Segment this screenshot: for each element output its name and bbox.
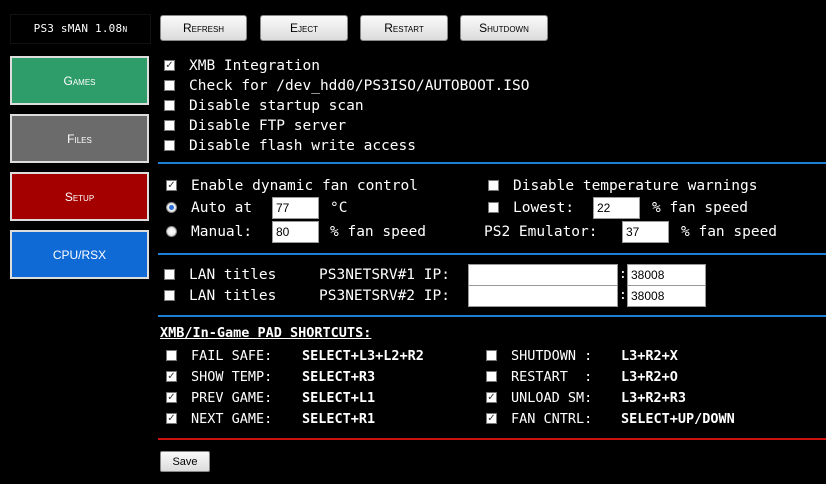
- lowest-speed-checkbox[interactable]: [488, 202, 499, 213]
- fan-control-checkbox[interactable]: ✓: [486, 413, 497, 424]
- prev-game-label: PREV GAME:: [191, 390, 273, 406]
- netsrv-2-colon: :: [619, 288, 627, 303]
- lan-titles-1-label: LAN titles: [189, 267, 277, 283]
- netsrv-1-label: PS3NETSRV#1 IP:: [319, 267, 450, 283]
- disable-ftp-label: Disable FTP server: [189, 118, 347, 134]
- prev-game-combo: SELECT+L1: [302, 390, 376, 406]
- separator: [158, 315, 826, 317]
- auto-fan-radio[interactable]: [166, 202, 177, 213]
- disable-temp-warnings-checkbox[interactable]: [488, 180, 499, 191]
- sidebar-item-files[interactable]: Files: [10, 114, 149, 163]
- show-temp-label: SHOW TEMP:: [191, 369, 273, 385]
- shutdown-shortcut-combo: L3+R2+X: [621, 348, 678, 364]
- netsrv-1-port-input[interactable]: 38008: [627, 264, 706, 286]
- separator: [158, 162, 826, 164]
- ps2-emulator-unit: % fan speed: [681, 224, 778, 240]
- lowest-speed-label: Lowest:: [513, 200, 575, 216]
- ps2-emulator-input[interactable]: 37: [622, 221, 669, 243]
- autoboot-label: Check for /dev_hdd0/PS3ISO/AUTOBOOT.ISO: [189, 78, 530, 94]
- refresh-button[interactable]: Refresh: [160, 15, 247, 41]
- ps2-emulator-label: PS2 Emulator:: [484, 224, 598, 240]
- save-button[interactable]: Save: [160, 451, 210, 472]
- auto-temp-input[interactable]: 77: [272, 197, 319, 219]
- netsrv-1-colon: :: [619, 267, 627, 282]
- sidebar-item-cpu-rsx[interactable]: CPU/RSX: [10, 230, 149, 279]
- restart-shortcut-label: RESTART :: [511, 369, 593, 385]
- xmb-integration-checkbox[interactable]: ✓: [164, 60, 175, 71]
- netsrv-1-ip-input[interactable]: [468, 264, 618, 286]
- unload-sm-label: UNLOAD SM:: [511, 390, 593, 406]
- sidebar-item-games[interactable]: Games: [10, 56, 149, 105]
- fan-control-label: FAN CNTRL:: [511, 411, 593, 427]
- disable-startup-scan-label: Disable startup scan: [189, 98, 364, 114]
- dynamic-fan-checkbox[interactable]: ✓: [166, 180, 177, 191]
- lan-titles-2-checkbox[interactable]: [164, 290, 175, 301]
- netsrv-2-port-input[interactable]: 38008: [627, 285, 706, 307]
- shutdown-shortcut-label: SHUTDOWN :: [511, 348, 593, 364]
- fan-control-combo: SELECT+UP/DOWN: [621, 411, 735, 427]
- restart-shortcut-checkbox[interactable]: [486, 371, 497, 382]
- app-logo: PS3 sMAN 1.08N: [10, 14, 151, 44]
- disable-temp-warnings-label: Disable temperature warnings: [513, 178, 758, 194]
- unload-sm-combo: L3+R2+R3: [621, 390, 687, 406]
- fail-safe-label: FAIL SAFE:: [191, 348, 273, 364]
- lowest-speed-unit: % fan speed: [652, 200, 749, 216]
- lan-titles-2-label: LAN titles: [189, 288, 277, 304]
- disable-ftp-checkbox[interactable]: [164, 120, 175, 131]
- fail-safe-checkbox[interactable]: [166, 350, 177, 361]
- fail-safe-combo: SELECT+L3+L2+R2: [302, 348, 424, 364]
- shutdown-button[interactable]: Shutdown: [460, 15, 548, 41]
- unload-sm-checkbox[interactable]: ✓: [486, 392, 497, 403]
- netsrv-2-ip-input[interactable]: [468, 285, 618, 307]
- disable-flash-write-checkbox[interactable]: [164, 140, 175, 151]
- manual-speed-unit: % fan speed: [330, 224, 427, 240]
- disable-flash-write-label: Disable flash write access: [189, 138, 416, 154]
- auto-fan-label: Auto at: [191, 200, 253, 216]
- netsrv-2-label: PS3NETSRV#2 IP:: [319, 288, 450, 304]
- disable-startup-scan-checkbox[interactable]: [164, 100, 175, 111]
- next-game-checkbox[interactable]: ✓: [166, 413, 177, 424]
- app-title: PS3 sMAN 1.08: [33, 22, 123, 35]
- manual-speed-input[interactable]: 80: [272, 221, 319, 243]
- shortcuts-title: XMB/In-Game PAD SHORTCUTS:: [160, 325, 372, 341]
- eject-button[interactable]: Eject: [260, 15, 348, 41]
- sidebar-item-setup[interactable]: Setup: [10, 172, 149, 221]
- lan-titles-1-checkbox[interactable]: [164, 269, 175, 280]
- show-temp-combo: SELECT+R3: [302, 369, 376, 385]
- dynamic-fan-label: Enable dynamic fan control: [191, 178, 418, 194]
- restart-button[interactable]: Restart: [360, 15, 448, 41]
- manual-fan-label: Manual:: [191, 224, 253, 240]
- shutdown-shortcut-checkbox[interactable]: [486, 350, 497, 361]
- autoboot-checkbox[interactable]: [164, 80, 175, 91]
- separator-red: [158, 438, 826, 440]
- lowest-speed-input[interactable]: 22: [593, 197, 640, 219]
- manual-fan-radio[interactable]: [166, 226, 177, 237]
- restart-shortcut-combo: L3+R2+O: [621, 369, 678, 385]
- app-title-suffix: N: [122, 25, 128, 34]
- prev-game-checkbox[interactable]: ✓: [166, 392, 177, 403]
- show-temp-checkbox[interactable]: ✓: [166, 371, 177, 382]
- separator: [158, 253, 826, 255]
- next-game-combo: SELECT+R1: [302, 411, 376, 427]
- auto-temp-unit: °C: [330, 200, 348, 216]
- xmb-integration-label: XMB Integration: [189, 58, 320, 74]
- next-game-label: NEXT GAME:: [191, 411, 273, 427]
